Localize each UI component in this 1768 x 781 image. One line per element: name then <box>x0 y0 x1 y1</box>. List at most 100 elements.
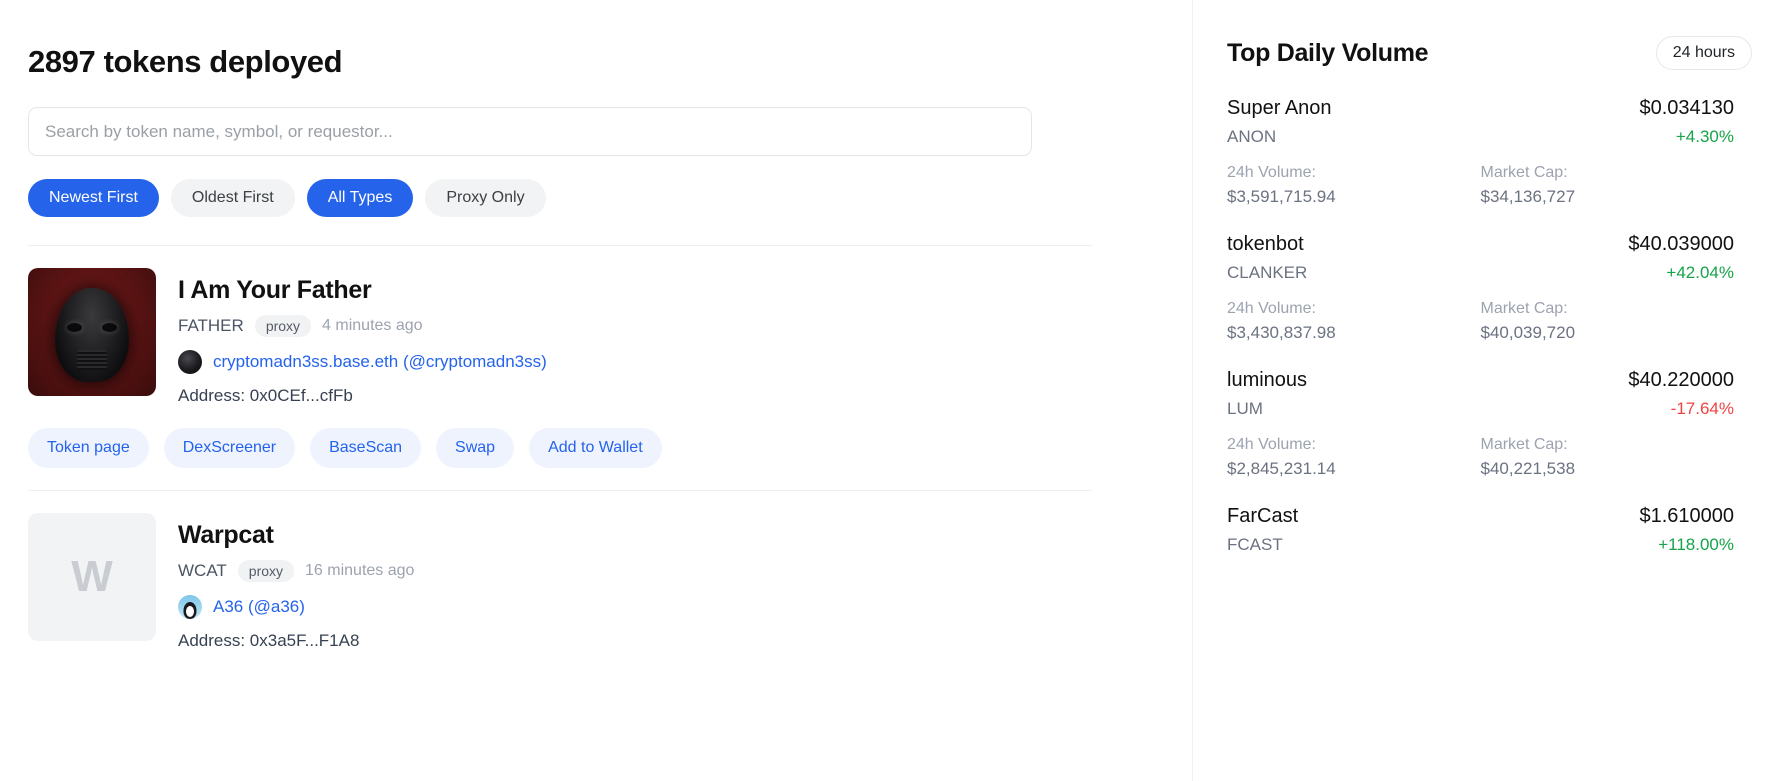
volume-price-change: +118.00% <box>1658 535 1734 555</box>
token-list-item[interactable]: W Warpcat WCAT proxy 16 minutes ago A36 … <box>28 491 1164 651</box>
requestor-link[interactable]: cryptomadn3ss.base.eth (@cryptomadn3ss) <box>213 352 547 372</box>
volume-list: Super Anon $0.034130 ANON +4.30% 24h Vol… <box>1227 97 1734 581</box>
filter-chip-newest-first[interactable]: Newest First <box>28 179 159 217</box>
token-name: Warpcat <box>178 521 414 550</box>
token-name: I Am Your Father <box>178 276 547 305</box>
helmet-grill <box>77 350 107 370</box>
helmet-eye-left <box>67 323 82 332</box>
requestor-link[interactable]: A36 (@a36) <box>213 597 305 617</box>
stat-label: Market Cap: <box>1481 164 1735 182</box>
token-page-button[interactable]: Token page <box>28 428 149 468</box>
search-wrapper <box>28 107 1164 156</box>
stat-label: 24h Volume: <box>1227 436 1481 454</box>
token-address: Address: 0x3a5F...F1A8 <box>178 631 414 651</box>
stat-label: Market Cap: <box>1481 300 1735 318</box>
stat-24h-volume: 24h Volume: $3,430,837.98 <box>1227 300 1481 343</box>
stat-label: 24h Volume: <box>1227 164 1481 182</box>
stat-market-cap: Market Cap: $40,221,538 <box>1481 436 1735 479</box>
volume-item-subheader: LUM -17.64% <box>1227 399 1734 419</box>
volume-list-item[interactable]: FarCast $1.610000 FCAST +118.00% <box>1227 505 1734 581</box>
volume-token-symbol: CLANKER <box>1227 263 1307 283</box>
volume-token-price: $1.610000 <box>1639 505 1734 528</box>
token-info: I Am Your Father FATHER proxy 4 minutes … <box>178 268 547 406</box>
token-address: Address: 0x0CEf...cfFb <box>178 386 547 406</box>
token-list-item[interactable]: I Am Your Father FATHER proxy 4 minutes … <box>28 246 1164 491</box>
volume-price-change: -17.64% <box>1671 399 1734 419</box>
volume-item-stats: 24h Volume: $2,845,231.14 Market Cap: $4… <box>1227 436 1734 479</box>
volume-token-name: tokenbot <box>1227 233 1304 256</box>
stat-label: Market Cap: <box>1481 436 1735 454</box>
app-root: 2897 tokens deployed Newest First Oldest… <box>0 0 1768 781</box>
time-range-selector[interactable]: 24 hours <box>1656 36 1752 70</box>
stat-24h-volume: 24h Volume: $2,845,231.14 <box>1227 436 1481 479</box>
stat-value: $40,039,720 <box>1481 323 1735 343</box>
token-thumbnail-placeholder: W <box>28 513 156 641</box>
requestor-line: cryptomadn3ss.base.eth (@cryptomadn3ss) <box>178 350 547 374</box>
volume-token-price: $40.220000 <box>1628 369 1734 392</box>
stat-value: $3,430,837.98 <box>1227 323 1481 343</box>
volume-item-subheader: CLANKER +42.04% <box>1227 263 1734 283</box>
volume-item-stats: 24h Volume: $3,591,715.94 Market Cap: $3… <box>1227 164 1734 207</box>
filter-chip-oldest-first[interactable]: Oldest First <box>171 179 295 217</box>
volume-list-item[interactable]: luminous $40.220000 LUM -17.64% 24h Volu… <box>1227 369 1734 505</box>
search-input[interactable] <box>28 107 1032 156</box>
top-daily-volume-panel: Top Daily Volume 24 hours Super Anon $0.… <box>1192 0 1768 781</box>
volume-token-name: FarCast <box>1227 505 1298 528</box>
volume-item-header: FarCast $1.610000 <box>1227 505 1734 528</box>
volume-item-subheader: FCAST +118.00% <box>1227 535 1734 555</box>
stat-label: 24h Volume: <box>1227 300 1481 318</box>
volume-item-header: Super Anon $0.034130 <box>1227 97 1734 120</box>
volume-price-change: +4.30% <box>1676 127 1734 147</box>
requestor-line: A36 (@a36) <box>178 595 414 619</box>
volume-item-subheader: ANON +4.30% <box>1227 127 1734 147</box>
stat-value: $34,136,727 <box>1481 187 1735 207</box>
page-title: 2897 tokens deployed <box>28 0 1164 80</box>
token-timestamp: 16 minutes ago <box>305 562 414 580</box>
volume-token-name: Super Anon <box>1227 97 1332 120</box>
stat-value: $3,591,715.94 <box>1227 187 1481 207</box>
token-list-panel: 2897 tokens deployed Newest First Oldest… <box>0 0 1192 781</box>
volume-token-symbol: LUM <box>1227 399 1263 419</box>
stat-24h-volume: 24h Volume: $3,591,715.94 <box>1227 164 1481 207</box>
basescan-button[interactable]: BaseScan <box>310 428 421 468</box>
panel-title: Top Daily Volume <box>1227 39 1428 68</box>
token-meta-line: WCAT proxy 16 minutes ago <box>178 560 414 582</box>
token-item-main: I Am Your Father FATHER proxy 4 minutes … <box>28 268 1164 406</box>
filter-chip-all-types[interactable]: All Types <box>307 179 414 217</box>
volume-token-price: $0.034130 <box>1639 97 1734 120</box>
darth-vader-helmet-icon <box>55 288 129 382</box>
token-timestamp: 4 minutes ago <box>322 317 423 335</box>
volume-item-header: tokenbot $40.039000 <box>1227 233 1734 256</box>
stat-market-cap: Market Cap: $40,039,720 <box>1481 300 1735 343</box>
stat-value: $2,845,231.14 <box>1227 459 1481 479</box>
avatar <box>178 350 202 374</box>
volume-token-price: $40.039000 <box>1628 233 1734 256</box>
add-to-wallet-button[interactable]: Add to Wallet <box>529 428 662 468</box>
stat-market-cap: Market Cap: $34,136,727 <box>1481 164 1735 207</box>
volume-item-header: luminous $40.220000 <box>1227 369 1734 392</box>
avatar <box>178 595 202 619</box>
panel-header: Top Daily Volume 24 hours <box>1227 0 1734 70</box>
volume-token-name: luminous <box>1227 369 1307 392</box>
dexscreener-button[interactable]: DexScreener <box>164 428 295 468</box>
volume-list-item[interactable]: Super Anon $0.034130 ANON +4.30% 24h Vol… <box>1227 97 1734 233</box>
stat-value: $40,221,538 <box>1481 459 1735 479</box>
token-item-main: W Warpcat WCAT proxy 16 minutes ago A36 … <box>28 513 1164 651</box>
token-thumbnail-image <box>28 268 156 396</box>
filter-chip-proxy-only[interactable]: Proxy Only <box>425 179 545 217</box>
token-action-buttons: Token page DexScreener BaseScan Swap Add… <box>28 428 1164 468</box>
token-symbol: WCAT <box>178 561 227 581</box>
status-badge-proxy: proxy <box>255 315 311 337</box>
token-meta-line: FATHER proxy 4 minutes ago <box>178 315 547 337</box>
token-symbol: FATHER <box>178 316 244 336</box>
status-badge-proxy: proxy <box>238 560 294 582</box>
volume-price-change: +42.04% <box>1666 263 1734 283</box>
volume-list-item[interactable]: tokenbot $40.039000 CLANKER +42.04% 24h … <box>1227 233 1734 369</box>
filter-chip-group: Newest First Oldest First All Types Prox… <box>28 179 1164 217</box>
volume-item-stats: 24h Volume: $3,430,837.98 Market Cap: $4… <box>1227 300 1734 343</box>
swap-button[interactable]: Swap <box>436 428 514 468</box>
token-info: Warpcat WCAT proxy 16 minutes ago A36 (@… <box>178 513 414 651</box>
volume-token-symbol: ANON <box>1227 127 1276 147</box>
helmet-eye-right <box>102 323 117 332</box>
volume-token-symbol: FCAST <box>1227 535 1283 555</box>
